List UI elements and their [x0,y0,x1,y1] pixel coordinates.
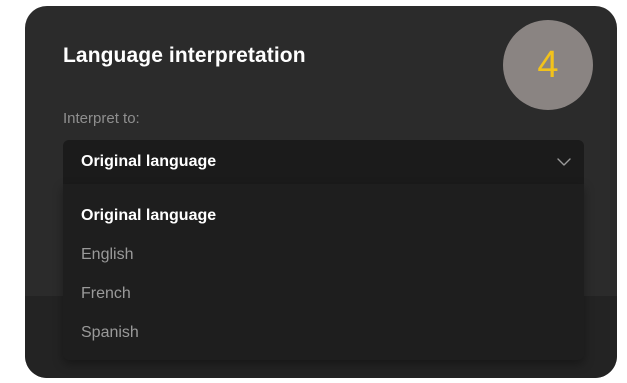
option-original-language[interactable]: Original language [63,196,584,235]
option-french[interactable]: French [63,274,584,313]
option-spanish[interactable]: Spanish [63,313,584,352]
chevron-down-icon [557,158,571,166]
step-number-badge: 4 [503,20,593,110]
dialog-title: Language interpretation [63,44,306,67]
interpret-to-select[interactable]: Original language [63,140,584,184]
interpret-to-label: Interpret to: [63,110,140,127]
select-value: Original language [81,153,217,170]
option-english[interactable]: English [63,235,584,274]
language-dropdown-list: Original language English French Spanish [63,184,584,360]
